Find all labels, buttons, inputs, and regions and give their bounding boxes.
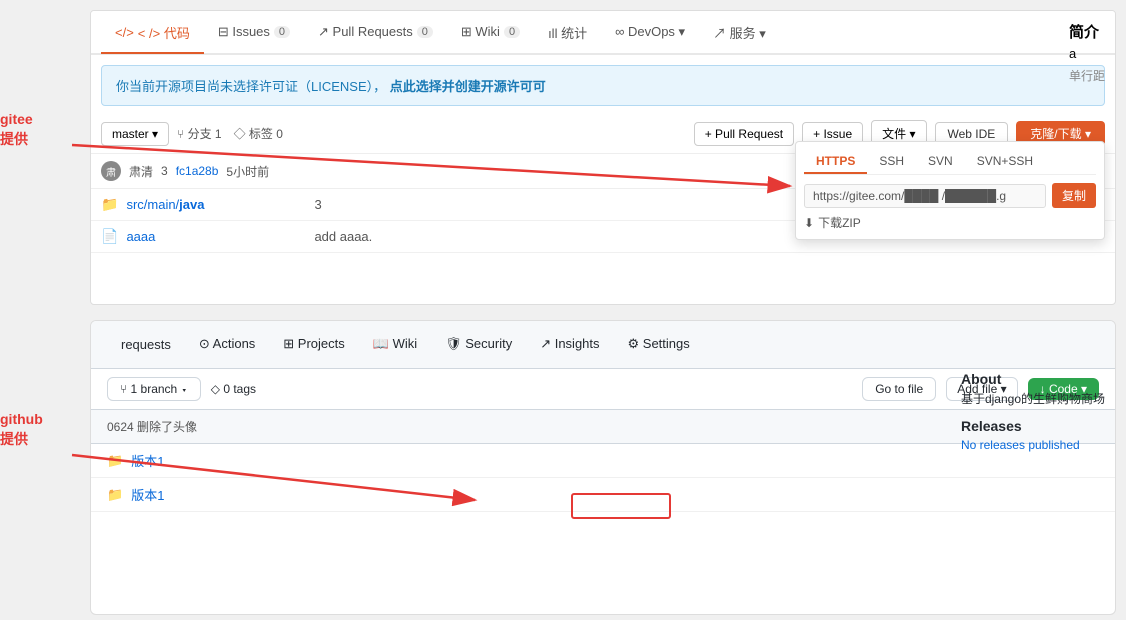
file-name[interactable]: aaaa xyxy=(126,229,306,244)
tab-issues[interactable]: ⊟ Issues 0 xyxy=(204,14,304,52)
file-doc-icon: 📄 xyxy=(101,228,118,245)
about-desc: 基于django的生鲜购物商场 xyxy=(961,391,1105,408)
tab-gh-projects[interactable]: ⊞ Projects xyxy=(269,328,358,362)
clone-tab-svnssh[interactable]: SVN+SSH xyxy=(965,150,1045,174)
avatar: 肃 xyxy=(101,161,121,181)
tab-gh-wiki[interactable]: 📖 Wiki xyxy=(359,328,431,362)
gh-file-row: 📁 版本1 xyxy=(91,478,1115,512)
tab-gh-insights[interactable]: ↗ Insights xyxy=(526,328,613,362)
gh-folder-icon: 📁 xyxy=(107,453,123,469)
unit-title: 单行距 xyxy=(1069,67,1105,84)
gitee-panel: </> < /> 代码 ⊟ Issues 0 ↗ Pull Requests 0… xyxy=(90,10,1116,305)
gh-folder-icon: 📁 xyxy=(107,487,123,503)
intro-section: 简介 a 单行距 xyxy=(1069,21,1105,84)
github-panel: requests ⊙ Actions ⊞ Projects 📖 Wiki 🛡 S… xyxy=(90,320,1116,615)
github-tabs: requests ⊙ Actions ⊞ Projects 📖 Wiki 🛡 S… xyxy=(91,321,1115,369)
tab-gh-pullrequests[interactable]: requests xyxy=(107,329,185,362)
clone-url-input[interactable] xyxy=(804,184,1046,208)
intro-desc: a xyxy=(1069,46,1105,61)
tab-services[interactable]: ↗ 服务 ▾ xyxy=(699,13,780,54)
gh-goto-file-btn[interactable]: Go to file xyxy=(862,377,936,401)
releases-link[interactable]: No releases published xyxy=(961,438,1105,452)
file-name[interactable]: src/main/java xyxy=(126,197,306,212)
tab-code[interactable]: </> < /> 代码 xyxy=(101,13,204,54)
pull-request-btn[interactable]: + Pull Request xyxy=(694,122,794,146)
code-icon: </> xyxy=(115,25,134,40)
tab-gh-security[interactable]: 🛡 Security xyxy=(431,328,526,362)
github-label: github提供 xyxy=(0,410,43,449)
releases-title: Releases xyxy=(961,418,1105,434)
folder-icon: 📁 xyxy=(101,196,118,213)
gh-tag-selector[interactable]: ◇ 0 tags xyxy=(211,382,256,396)
about-title: About xyxy=(961,371,1105,387)
gitee-label: gitee提供 xyxy=(0,110,33,149)
gh-file-name[interactable]: 版本1 xyxy=(131,451,311,470)
clone-tab-svn[interactable]: SVN xyxy=(916,150,965,174)
tab-wiki[interactable]: ⊞ Wiki 0 xyxy=(447,14,534,52)
clone-url-row: 复制 xyxy=(804,183,1096,208)
about-section: About 基于django的生鲜购物商场 Releases No releas… xyxy=(961,371,1105,452)
tab-pullrequests[interactable]: ↗ Pull Requests 0 xyxy=(304,14,447,52)
gh-branch-selector[interactable]: ⑂ 1 branch ▾ xyxy=(107,377,201,401)
tab-stats[interactable]: ıll 统计 xyxy=(534,13,601,54)
gitee-clone-popup: HTTPS SSH SVN SVN+SSH 复制 ⬇ 下载ZIP xyxy=(795,141,1105,240)
gitee-tabs: </> < /> 代码 ⊟ Issues 0 ↗ Pull Requests 0… xyxy=(91,11,1115,55)
download-zip-link[interactable]: ⬇ 下载ZIP xyxy=(804,214,1096,231)
clone-tabs: HTTPS SSH SVN SVN+SSH xyxy=(804,150,1096,175)
clone-tab-ssh[interactable]: SSH xyxy=(867,150,916,174)
license-notice[interactable]: 你当前开源项目尚未选择许可证（LICENSE）， 点此选择并创建开源许可可 xyxy=(101,65,1105,106)
copy-url-btn[interactable]: 复制 xyxy=(1052,183,1096,208)
branch-selector[interactable]: master ▾ xyxy=(101,122,169,146)
clone-tab-https[interactable]: HTTPS xyxy=(804,150,867,174)
tab-devops[interactable]: ∞ DevOps ▾ xyxy=(601,14,699,52)
tab-gh-settings[interactable]: ⚙ Settings xyxy=(614,328,704,362)
intro-title: 简介 xyxy=(1069,21,1105,42)
gh-file-name[interactable]: 版本1 xyxy=(131,485,311,504)
tab-gh-actions[interactable]: ⊙ Actions xyxy=(185,328,269,362)
